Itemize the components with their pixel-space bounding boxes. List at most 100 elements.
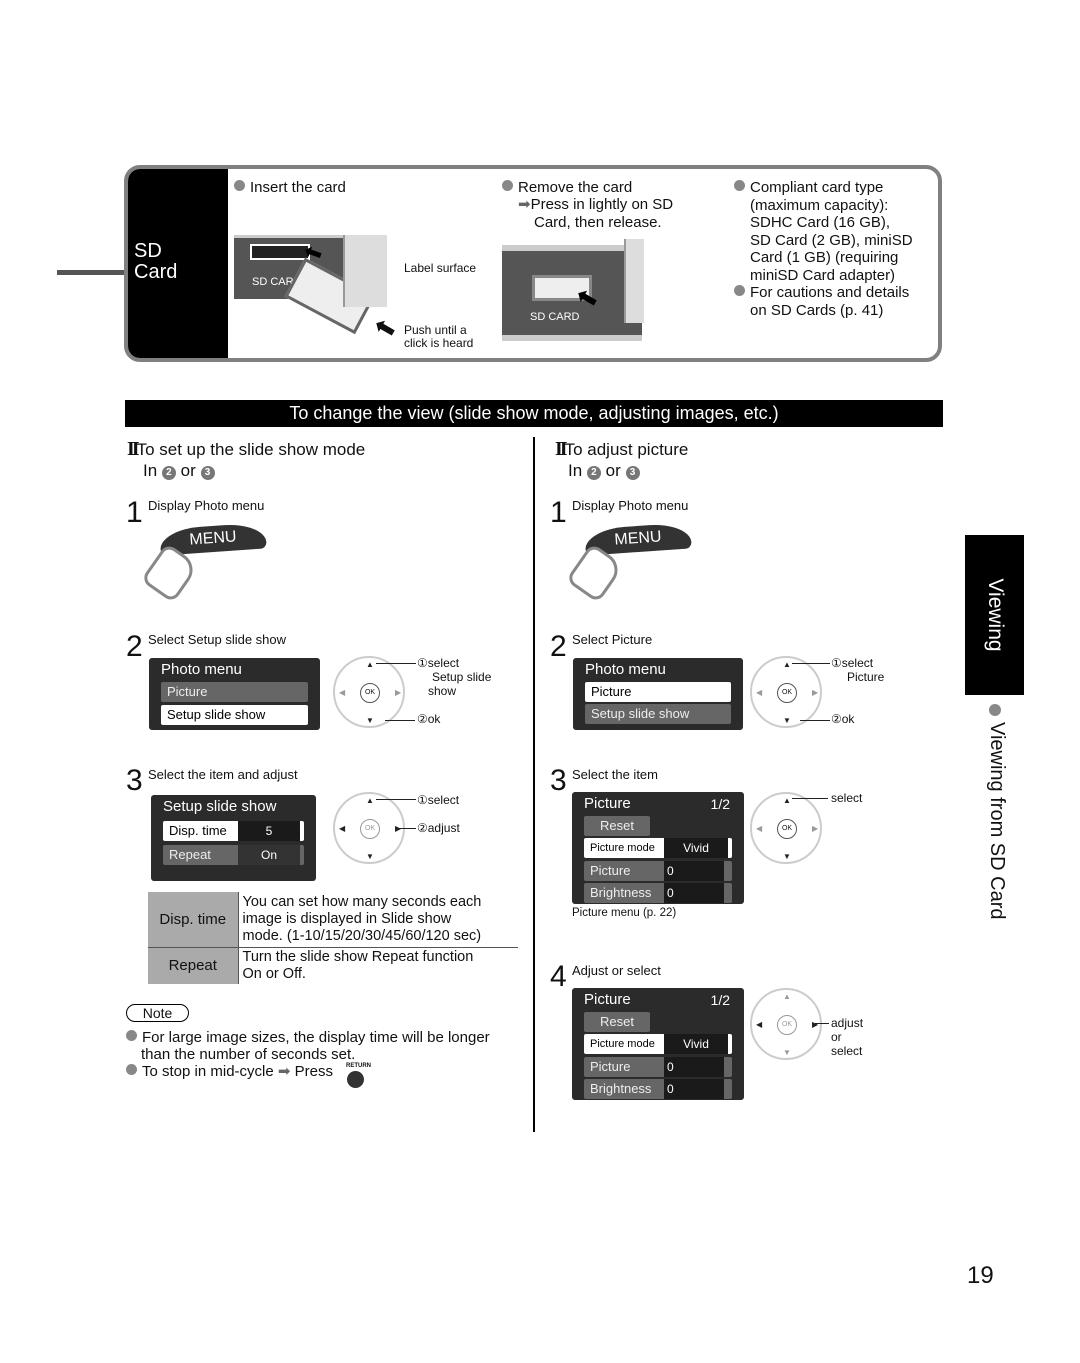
disp-time-value[interactable]: 5 [238, 821, 300, 841]
table-body: You can set how many seconds each image … [242, 893, 482, 944]
menu-item-setup-slide-show[interactable]: Setup slide show [585, 704, 731, 724]
brightness-row[interactable]: Brightness 0 [584, 1079, 732, 1099]
left-arrow-icon[interactable]: ◀ [756, 688, 762, 697]
disp-time-row[interactable]: Disp. time 5 [163, 821, 304, 841]
right-section-heading: IITo adjust picture [555, 438, 689, 460]
down-arrow-icon[interactable]: ▼ [366, 716, 374, 725]
callout-select: ①select [417, 793, 460, 807]
remove-instruction-line1: ➡Press in lightly on SD [518, 196, 674, 213]
remote-dpad[interactable]: ▲ ◀ ▶ ▼ OK [750, 656, 822, 728]
bullet-icon [126, 1030, 137, 1041]
remove-card-title: Remove the card [502, 179, 632, 197]
step-text: Select Picture [572, 632, 653, 647]
slot-label: SD CARD [530, 311, 580, 323]
reset-button[interactable]: Reset [584, 1012, 650, 1032]
push-callout-line2: click is heard [404, 336, 474, 350]
circled-3-icon: 3 [625, 466, 640, 480]
menu-item-setup-slide-show[interactable]: Setup slide show [161, 705, 308, 725]
left-arrow-icon[interactable]: ◀ [339, 824, 345, 833]
down-arrow-icon[interactable]: ▼ [783, 852, 791, 861]
page-number: 19 [967, 1262, 994, 1289]
repeat-row[interactable]: Repeat On [163, 845, 304, 865]
picture-value[interactable]: 0 [664, 1057, 724, 1077]
callout-line [815, 1023, 829, 1024]
right-arrow-icon[interactable]: ▶ [812, 688, 818, 697]
picture-menu-reference[interactable]: Picture menu (p. 22) [572, 907, 676, 920]
up-arrow-icon[interactable]: ▲ [783, 992, 791, 1001]
brightness-row[interactable]: Brightness 0 [584, 883, 732, 903]
picture-mode-row[interactable]: Picture mode Vivid [584, 1034, 732, 1054]
callout-line [376, 799, 416, 800]
ok-button[interactable]: OK [360, 819, 380, 839]
ok-button[interactable]: OK [777, 819, 797, 839]
remote-dpad[interactable]: ▲ ◀ ▶ ▼ OK [750, 792, 822, 864]
right-section-sub: In 2 or 3 [568, 460, 640, 482]
left-section-heading: IITo set up the slide show mode [127, 438, 366, 460]
label-surface-callout: Label surface [404, 261, 477, 275]
callout-line [385, 720, 415, 721]
up-arrow-icon[interactable]: ▲ [366, 660, 374, 669]
picture-mode-value[interactable]: Vivid [664, 1034, 728, 1054]
down-arrow-icon[interactable]: ▼ [366, 852, 374, 861]
up-arrow-icon[interactable]: ▲ [783, 660, 791, 669]
cautions-link[interactable]: on SD Cards (p. 41) [734, 302, 913, 320]
reset-button[interactable]: Reset [584, 816, 650, 836]
up-arrow-icon[interactable]: ▲ [783, 796, 791, 805]
osd-page: 1/2 [710, 992, 730, 1008]
ok-button[interactable]: OK [360, 683, 380, 703]
callout-adjust: ②adjust [417, 821, 460, 835]
down-arrow-icon[interactable]: ▼ [783, 716, 791, 725]
sd-label-line2: Card [134, 261, 178, 283]
menu-item-picture[interactable]: Picture [161, 682, 308, 702]
down-arrow-icon[interactable]: ▼ [783, 1048, 791, 1057]
compliant-card-info: Compliant card type (maximum capacity): … [734, 179, 913, 319]
remote-dpad[interactable]: ▲ ◀ ▶ ▼ OK [333, 656, 405, 728]
column-divider [533, 437, 535, 1132]
push-arrow-icon: ➡ [367, 310, 402, 348]
callout-ok: ②ok [831, 712, 855, 726]
picture-mode-value[interactable]: Vivid [664, 838, 728, 858]
table-head-repeat: Repeat [148, 947, 239, 984]
ok-button[interactable]: OK [777, 1015, 797, 1035]
step-number: 2 [550, 630, 567, 663]
step-number: 3 [550, 764, 567, 797]
picture-row[interactable]: Picture 0 [584, 861, 732, 881]
brightness-value[interactable]: 0 [664, 883, 724, 903]
section-side-title: Viewing from SD Card [986, 722, 1008, 920]
menu-item-picture[interactable]: Picture [585, 682, 731, 702]
left-arrow-icon[interactable]: ◀ [756, 1020, 762, 1029]
left-section-sub: In 2 or 3 [143, 460, 215, 482]
chapter-tab-viewing[interactable]: Viewing [965, 535, 1024, 695]
picture-mode-row[interactable]: Picture mode Vivid [584, 838, 732, 858]
picture-menu-osd: Picture 1/2 Reset Picture mode Vivid Pic… [572, 988, 744, 1100]
up-arrow-icon[interactable]: ▲ [366, 796, 374, 805]
section-connector-line [57, 270, 127, 275]
step-number: 3 [126, 764, 143, 797]
roman-marker: II [127, 438, 139, 460]
arrow-right-icon: ➡ [277, 1063, 291, 1080]
sd-label-line1: SD [134, 240, 162, 262]
left-arrow-icon[interactable]: ◀ [756, 824, 762, 833]
repeat-value[interactable]: On [238, 845, 300, 865]
step-text: Select Setup slide show [148, 632, 287, 647]
callout-select: ①select Picture [831, 656, 885, 684]
bullet-icon [502, 180, 513, 191]
photo-menu-osd: Photo menu Picture Setup slide show [573, 658, 743, 730]
table-head-disp-time: Disp. time [148, 892, 239, 947]
sd-card-label-block: SD Card [128, 169, 228, 358]
brightness-value[interactable]: 0 [664, 1079, 724, 1099]
osd-title: Photo menu [161, 661, 242, 678]
remote-dpad[interactable]: ▲ ◀ ▶ ▼ OK [750, 988, 822, 1060]
remote-dpad[interactable]: ▲ ◀ ▶ ▼ OK [333, 792, 405, 864]
ok-button[interactable]: OK [777, 683, 797, 703]
right-arrow-icon[interactable]: ▶ [812, 1020, 818, 1029]
callout-adjust-or-select: adjust or select [831, 1016, 864, 1058]
picture-row[interactable]: Picture 0 [584, 1057, 732, 1077]
return-label: RETURN [346, 1063, 371, 1069]
right-arrow-icon[interactable]: ▶ [395, 688, 401, 697]
picture-value[interactable]: 0 [664, 861, 724, 881]
tv-edge [343, 235, 387, 307]
left-arrow-icon[interactable]: ◀ [339, 688, 345, 697]
bullet-icon [734, 285, 745, 296]
right-arrow-icon[interactable]: ▶ [812, 824, 818, 833]
